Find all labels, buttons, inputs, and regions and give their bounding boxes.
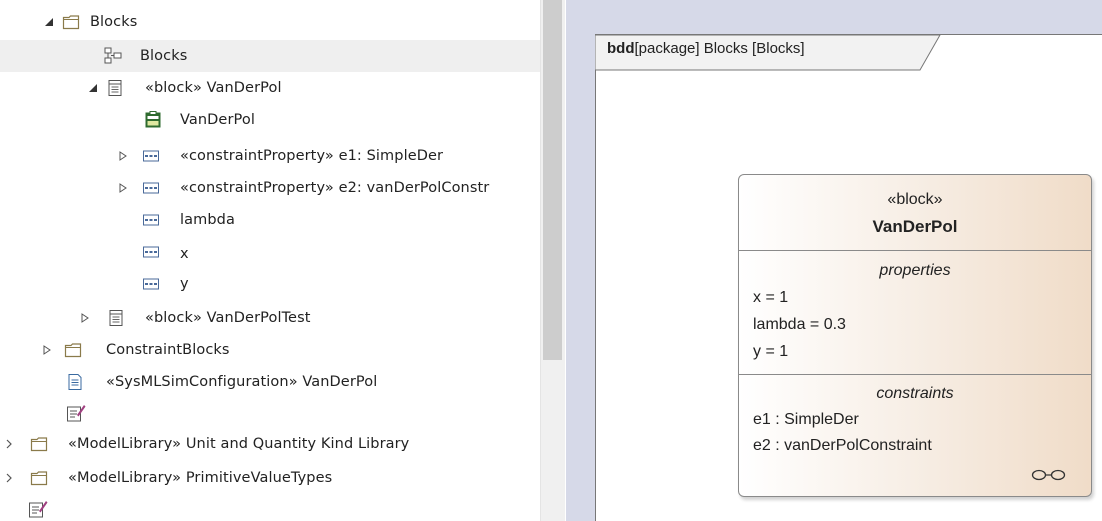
block-class-icon [107,309,125,327]
frame-heading: bdd[package] Blocks [Blocks] [607,40,805,57]
tree-item-label: «constraintProperty» e1: SimpleDer [180,148,444,164]
property-entry: lambda = 0.3 [753,316,846,333]
constraint-entry: e2 : vanDerPolConstraint [753,437,932,454]
scrollbar-thumb[interactable] [543,0,562,360]
tree-item-block-vanderpoltest[interactable]: «block» VanDerPolTest [0,302,540,334]
package-folder-icon [64,341,82,359]
property-icon [142,147,160,165]
tree-item-label: VanDerPol [180,112,255,128]
property-icon [142,179,160,197]
property-icon [142,275,160,293]
tree-item-y[interactable]: y [0,268,540,300]
block-divider [739,250,1091,251]
collapsed-triangle-icon[interactable] [78,311,92,325]
properties-compartment-title: properties [879,262,951,279]
link-glasses-icon[interactable] [1031,468,1067,482]
note-pencil-icon [28,499,48,518]
tree-item-label: «constraintProperty» e2: vanDerPolConstr [180,180,490,196]
tree-item-x[interactable]: x [0,236,540,268]
tree-item-label: «SysMLSimConfiguration» VanDerPol [106,374,378,390]
document-icon [66,373,84,391]
package-folder-icon [62,13,80,31]
tree-item-label: «block» VanDerPolTest [145,310,311,326]
collapsed-chevron-icon[interactable] [2,437,16,451]
tree-item-label: «block» VanDerPol [145,80,282,96]
property-entry: y = 1 [753,343,789,360]
tree-item-block-vanderpol[interactable]: «block» VanDerPol [0,72,540,104]
tree-item-constraintblocks[interactable]: ConstraintBlocks [0,334,540,366]
collapsed-triangle-icon[interactable] [116,149,130,163]
note-pencil-icon [66,403,86,422]
project-browser-tree: Blocks Blocks «block» VanDerPol VanDerPo… [0,0,540,521]
tree-item-label: x [180,246,189,262]
tree-item-label: «ModelLibrary» PrimitiveValueTypes [68,470,333,486]
block-stereotype: «block» [887,191,943,208]
tree-item-constraint-e2[interactable]: «constraintProperty» e2: vanDerPolConstr [0,172,540,204]
tree-item-label: Blocks [90,14,138,30]
frame-kind: bdd [607,40,635,57]
expanded-triangle-icon[interactable] [42,15,56,29]
collapsed-chevron-icon[interactable] [2,471,16,485]
expanded-triangle-icon[interactable] [86,81,100,95]
tree-item-note[interactable] [0,396,540,428]
tree-item-lambda[interactable]: lambda [0,204,540,236]
tree-item-label: «ModelLibrary» Unit and Quantity Kind Li… [68,436,410,452]
block-class-icon [106,79,124,97]
constraints-compartment-title: constraints [876,385,954,402]
tree-item-simconfiguration[interactable]: «SysMLSimConfiguration» VanDerPol [0,366,540,398]
block-instance-icon [144,111,162,129]
tree-item-label: ConstraintBlocks [106,342,230,358]
tree-item-unit-library[interactable]: «ModelLibrary» Unit and Quantity Kind Li… [0,428,540,460]
collapsed-triangle-icon[interactable] [116,181,130,195]
tree-item-blocks-package[interactable]: Blocks [0,6,540,38]
frame-title: [package] Blocks [Blocks] [634,40,805,57]
tree-item-vanderpol-instance[interactable]: VanDerPol [0,104,540,136]
tree-item-label: y [180,276,189,292]
block-divider [739,374,1091,375]
tree-item-primitivevaluetypes[interactable]: «ModelLibrary» PrimitiveValueTypes [0,462,540,494]
tree-item-label: lambda [180,212,235,228]
tree-item-label: Blocks [140,48,188,64]
constraint-entry: e1 : SimpleDer [753,411,859,428]
package-folder-icon [30,469,48,487]
tree-item-note[interactable] [0,492,540,521]
bdd-diagram-icon [104,47,122,65]
package-folder-icon [30,435,48,453]
tree-item-blocks-diagram[interactable]: Blocks [0,40,540,72]
block-vanderpol[interactable]: «block» VanDerPol properties x = 1 lambd… [738,174,1092,497]
property-icon [142,211,160,229]
property-entry: x = 1 [753,289,789,306]
collapsed-triangle-icon[interactable] [40,343,54,357]
property-icon [142,243,160,261]
tree-item-constraint-e1[interactable]: «constraintProperty» e1: SimpleDer [0,140,540,172]
block-name: VanDerPol [872,217,958,236]
